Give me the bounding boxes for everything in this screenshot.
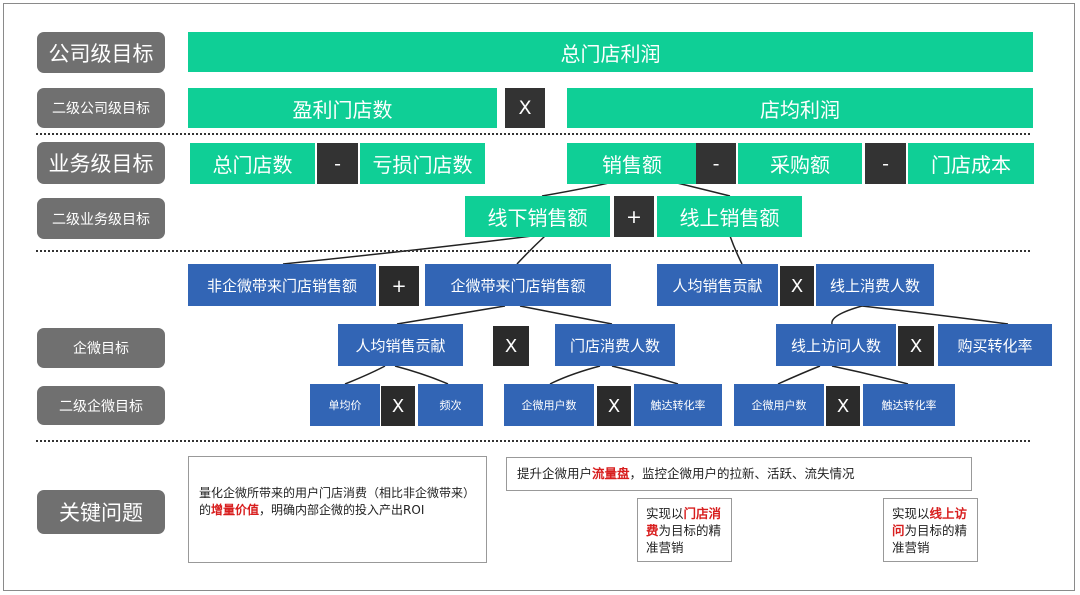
separator-3 — [36, 440, 1030, 442]
plus-operator: + — [379, 266, 419, 306]
wecom-users-box: 企微用户数 — [504, 384, 594, 426]
note-text: ，明确内部企微的投入产出ROI — [259, 503, 425, 517]
level-wecom-label: 企微目标 — [37, 328, 165, 368]
minus-operator: - — [865, 143, 906, 184]
note-text: 提升企微用户 — [517, 466, 593, 481]
loss-stores-box: 亏损门店数 — [360, 143, 485, 184]
note-highlight: 流量盘 — [592, 466, 630, 481]
per-capita-sales-box: 人均销售贡献 — [657, 264, 778, 306]
level-key-label: 关键问题 — [37, 490, 165, 534]
avg-store-profit-box: 店均利润 — [567, 88, 1033, 128]
profitable-stores-box: 盈利门店数 — [188, 88, 497, 128]
online-sales-box: 线上销售额 — [657, 196, 802, 237]
non-wecom-store-sales-box: 非企微带来门店销售额 — [188, 264, 376, 306]
multiply-operator: X — [826, 386, 860, 426]
level-company-label: 公司级目标 — [37, 32, 165, 73]
note-traffic-pool: 提升企微用户流量盘，监控企微用户的拉新、活跃、流失情况 — [506, 457, 972, 491]
plus-operator: + — [614, 196, 654, 237]
multiply-operator: X — [381, 386, 415, 426]
purchase-conversion-box: 购买转化率 — [938, 324, 1052, 366]
level-company2-label: 二级公司级目标 — [37, 88, 165, 128]
frequency-box: 频次 — [418, 384, 483, 426]
level-business-label: 业务级目标 — [37, 142, 165, 184]
minus-operator: - — [317, 143, 358, 184]
note-text: ，监控企微用户的拉新、活跃、流失情况 — [629, 466, 855, 481]
offline-sales-box: 线下销售额 — [465, 196, 610, 237]
note-online-marketing: 实现以线上访问为目标的精准营销 — [883, 498, 978, 562]
multiply-operator: X — [505, 88, 545, 128]
note-text: 实现以 — [646, 506, 684, 521]
total-store-profit-box: 总门店利润 — [188, 32, 1033, 72]
store-consumers-box: 门店消费人数 — [555, 324, 675, 366]
multiply-operator: X — [780, 266, 814, 306]
reach-conversion-box: 触达转化率 — [634, 384, 722, 426]
store-cost-box: 门店成本 — [908, 143, 1034, 184]
online-consumers-box: 线上消费人数 — [816, 264, 934, 306]
separator-1 — [36, 133, 1030, 135]
separator-2 — [36, 250, 1030, 252]
total-stores-box: 总门店数 — [190, 143, 315, 184]
online-visitors-box: 线上访问人数 — [776, 324, 896, 366]
wecom-store-sales-box: 企微带来门店销售额 — [425, 264, 611, 306]
multiply-operator: X — [493, 326, 529, 366]
multiply-operator: X — [898, 326, 934, 366]
per-capita-sales-box: 人均销售贡献 — [338, 324, 463, 366]
note-incremental-value: 量化企微所带来的用户门店消费（相比非企微带来）的增量价值，明确内部企微的投入产出… — [188, 456, 487, 563]
multiply-operator: X — [597, 386, 631, 426]
unit-price-box: 单均价 — [310, 384, 380, 426]
sales-box: 销售额 — [567, 143, 697, 184]
reach-conversion-box: 触达转化率 — [863, 384, 955, 426]
level-wecom2-label: 二级企微目标 — [37, 386, 165, 425]
note-highlight: 增量价值 — [211, 503, 260, 517]
level-business2-label: 二级业务级目标 — [37, 198, 165, 239]
wecom-users-box: 企微用户数 — [734, 384, 824, 426]
note-text: 实现以 — [892, 506, 930, 521]
minus-operator: - — [696, 143, 736, 184]
purchase-box: 采购额 — [738, 143, 862, 184]
note-store-marketing: 实现以门店消费为目标的精准营销 — [637, 498, 732, 562]
